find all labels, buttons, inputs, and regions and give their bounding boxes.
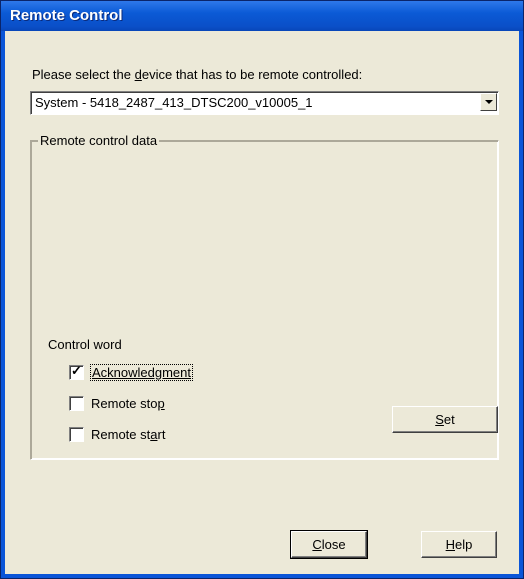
acknowledgment-checkbox[interactable]: ✓ <box>69 362 84 380</box>
remote-start-label: Remote start <box>91 426 166 442</box>
control-word-label: Control word <box>48 337 122 352</box>
acknowledgment-checkbox-row[interactable]: ✓ Acknowledgment <box>69 362 193 381</box>
device-prompt-label: Please select the device that has to be … <box>32 67 363 82</box>
help-button[interactable]: Help <box>421 531 497 558</box>
window-title: Remote Control <box>10 7 123 24</box>
remote-control-window: Remote Control Please select the device … <box>0 0 524 579</box>
dialog-client-area: Please select the device that has to be … <box>5 31 519 574</box>
remote-start-checkbox[interactable] <box>69 426 84 442</box>
device-select-value: System - 5418_2487_413_DTSC200_v10005_1 <box>35 95 313 110</box>
chevron-down-icon <box>485 100 493 104</box>
device-select-dropdown-button[interactable] <box>480 93 497 111</box>
remote-stop-checkbox[interactable] <box>69 395 84 411</box>
group-legend: Remote control data <box>38 133 160 148</box>
set-button[interactable]: Set <box>392 406 498 433</box>
title-bar[interactable]: Remote Control <box>1 1 523 31</box>
close-button[interactable]: Close <box>290 530 368 559</box>
remote-stop-label: Remote stop <box>91 395 165 411</box>
remote-stop-checkbox-row[interactable]: Remote stop <box>69 394 165 412</box>
acknowledgment-label: Acknowledgment <box>90 363 193 381</box>
device-select[interactable]: System - 5418_2487_413_DTSC200_v10005_1 <box>30 91 499 115</box>
remote-start-checkbox-row[interactable]: Remote start <box>69 425 165 443</box>
checkmark-icon: ✓ <box>71 362 82 378</box>
